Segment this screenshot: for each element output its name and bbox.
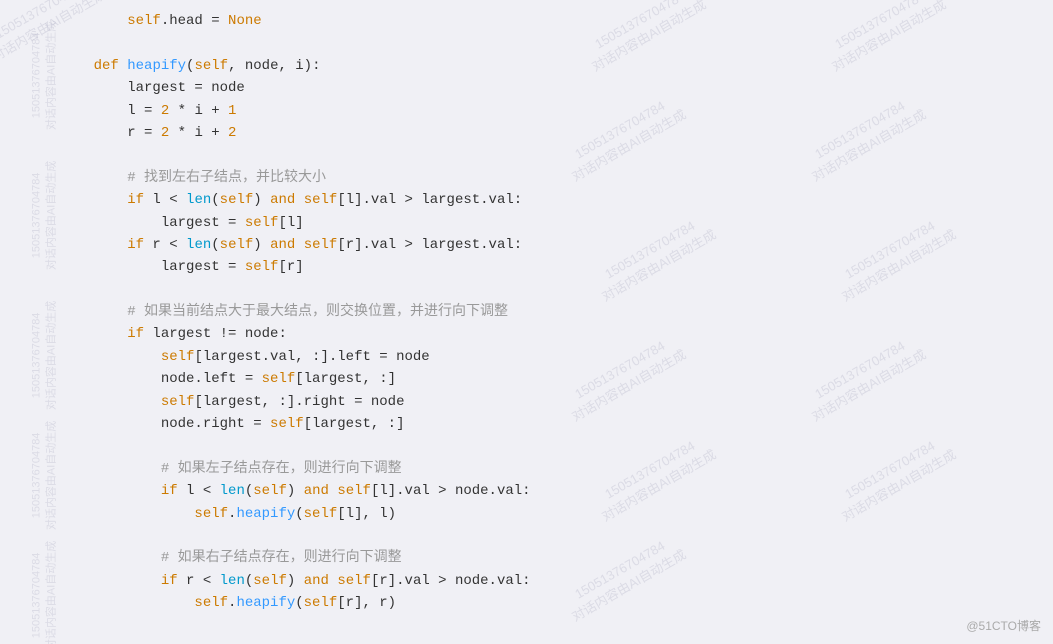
code-line [60, 32, 1033, 54]
code-line: if largest != node: [60, 323, 1033, 345]
code-line: # 找到左右子结点，并比较大小 [60, 167, 1033, 189]
code-block: self.head = None def heapify(self, node,… [60, 10, 1033, 615]
bottom-right-label: @51CTO博客 [966, 617, 1041, 636]
code-line [60, 144, 1033, 166]
code-line: # 如果右子结点存在，则进行向下调整 [60, 547, 1033, 569]
code-line: if l < len(self) and self[l].val > node.… [60, 480, 1033, 502]
code-line: self.head = None [60, 10, 1033, 32]
code-line [60, 525, 1033, 547]
code-line: r = 2 * i + 2 [60, 122, 1033, 144]
code-line: if r < len(self) and self[r].val > node.… [60, 570, 1033, 592]
code-line: node.right = self[largest, :] [60, 413, 1033, 435]
code-line [60, 279, 1033, 301]
code-line: largest = self[r] [60, 256, 1033, 278]
code-line: def heapify(self, node, i): [60, 55, 1033, 77]
code-line: node.left = self[largest, :] [60, 368, 1033, 390]
code-line: self.heapify(self[r], r) [60, 592, 1033, 614]
code-line: l = 2 * i + 1 [60, 100, 1033, 122]
code-container: self.head = None def heapify(self, node,… [0, 0, 1053, 644]
code-line: self[largest, :].right = node [60, 391, 1033, 413]
code-line: largest = node [60, 77, 1033, 99]
code-line: self.heapify(self[l], l) [60, 503, 1033, 525]
code-line: largest = self[l] [60, 212, 1033, 234]
code-line: # 如果左子结点存在，则进行向下调整 [60, 458, 1033, 480]
code-line: if r < len(self) and self[r].val > large… [60, 234, 1033, 256]
code-line: # 如果当前结点大于最大结点，则交换位置，并进行向下调整 [60, 301, 1033, 323]
code-line: self[largest.val, :].left = node [60, 346, 1033, 368]
code-line: if l < len(self) and self[l].val > large… [60, 189, 1033, 211]
code-line [60, 435, 1033, 457]
